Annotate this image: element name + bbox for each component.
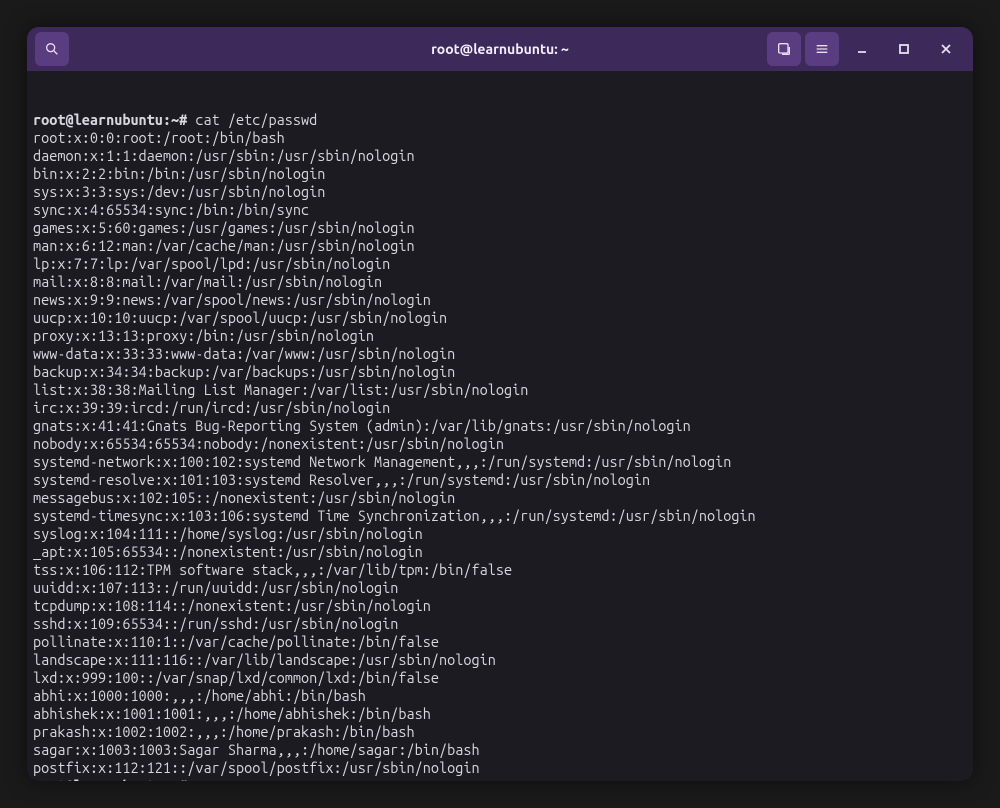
titlebar-right xyxy=(767,32,965,66)
shell-command: cat /etc/passwd xyxy=(195,111,317,128)
titlebar: root@learnubuntu: ~ xyxy=(27,27,973,71)
minimize-icon xyxy=(856,43,868,55)
terminal-output-line: landscape:x:111:116::/var/lib/landscape:… xyxy=(33,651,967,669)
terminal-output-line: sagar:x:1003:1003:Sagar Sharma,,,:/home/… xyxy=(33,741,967,759)
terminal-output-line: irc:x:39:39:ircd:/run/ircd:/usr/sbin/nol… xyxy=(33,399,967,417)
titlebar-left xyxy=(35,32,69,66)
terminal-line: root@learnubuntu:~# cat /etc/passwd xyxy=(33,111,967,129)
terminal-output-line: systemd-timesync:x:103:106:systemd Time … xyxy=(33,507,967,525)
window-title: root@learnubuntu: ~ xyxy=(431,41,569,57)
terminal-output-line: tss:x:106:112:TPM software stack,,,:/var… xyxy=(33,561,967,579)
terminal-output-line: abhi:x:1000:1000:,,,:/home/abhi:/bin/bas… xyxy=(33,687,967,705)
terminal-output-line: list:x:38:38:Mailing List Manager:/var/l… xyxy=(33,381,967,399)
terminal-output-line: sys:x:3:3:sys:/dev:/usr/sbin/nologin xyxy=(33,183,967,201)
terminal-content[interactable]: root@learnubuntu:~# cat /etc/passwdroot:… xyxy=(27,71,973,781)
minimize-button[interactable] xyxy=(843,32,881,66)
terminal-output-line: uucp:x:10:10:uucp:/var/spool/uucp:/usr/s… xyxy=(33,309,967,327)
close-button[interactable] xyxy=(927,32,965,66)
terminal-output-line: lxd:x:999:100::/var/snap/lxd/common/lxd:… xyxy=(33,669,967,687)
maximize-button[interactable] xyxy=(885,32,923,66)
terminal-line: root@learnubuntu:~# xyxy=(33,777,967,781)
terminal-output-line: man:x:6:12:man:/var/cache/man:/usr/sbin/… xyxy=(33,237,967,255)
terminal-output-line: nobody:x:65534:65534:nobody:/nonexistent… xyxy=(33,435,967,453)
terminal-output-line: bin:x:2:2:bin:/bin:/usr/sbin/nologin xyxy=(33,165,967,183)
terminal-output-line: backup:x:34:34:backup:/var/backups:/usr/… xyxy=(33,363,967,381)
search-button[interactable] xyxy=(35,32,69,66)
terminal-output-line: prakash:x:1002:1002:,,,:/home/prakash:/b… xyxy=(33,723,967,741)
terminal-output-line: abhishek:x:1001:1001:,,,:/home/abhishek:… xyxy=(33,705,967,723)
new-tab-icon xyxy=(776,41,792,57)
terminal-output-line: sshd:x:109:65534::/run/sshd:/usr/sbin/no… xyxy=(33,615,967,633)
maximize-icon xyxy=(898,43,910,55)
terminal-output-line: syslog:x:104:111::/home/syslog:/usr/sbin… xyxy=(33,525,967,543)
terminal-output-line: uuidd:x:107:113::/run/uuidd:/usr/sbin/no… xyxy=(33,579,967,597)
terminal-output-line: proxy:x:13:13:proxy:/bin:/usr/sbin/nolog… xyxy=(33,327,967,345)
hamburger-menu-button[interactable] xyxy=(805,32,839,66)
terminal-output-line: systemd-resolve:x:101:103:systemd Resolv… xyxy=(33,471,967,489)
terminal-output-line: daemon:x:1:1:daemon:/usr/sbin:/usr/sbin/… xyxy=(33,147,967,165)
search-icon xyxy=(44,41,60,57)
terminal-output-line: tcpdump:x:108:114::/nonexistent:/usr/sbi… xyxy=(33,597,967,615)
terminal-output-line: gnats:x:41:41:Gnats Bug-Reporting System… xyxy=(33,417,967,435)
terminal-output-line: postfix:x:112:121::/var/spool/postfix:/u… xyxy=(33,759,967,777)
terminal-output-line: _apt:x:105:65534::/nonexistent:/usr/sbin… xyxy=(33,543,967,561)
hamburger-icon xyxy=(814,41,830,57)
shell-prompt: root@learnubuntu:~# xyxy=(33,777,195,781)
terminal-output-line: sync:x:4:65534:sync:/bin:/bin/sync xyxy=(33,201,967,219)
terminal-output-line: www-data:x:33:33:www-data:/var/www:/usr/… xyxy=(33,345,967,363)
terminal-output-line: root:x:0:0:root:/root:/bin/bash xyxy=(33,129,967,147)
shell-prompt: root@learnubuntu:~# xyxy=(33,111,195,128)
new-tab-button[interactable] xyxy=(767,32,801,66)
terminal-output-line: lp:x:7:7:lp:/var/spool/lpd:/usr/sbin/nol… xyxy=(33,255,967,273)
terminal-output-line: pollinate:x:110:1::/var/cache/pollinate:… xyxy=(33,633,967,651)
terminal-output-line: news:x:9:9:news:/var/spool/news:/usr/sbi… xyxy=(33,291,967,309)
terminal-window: root@learnubuntu: ~ root@learnubuntu:~# … xyxy=(27,27,973,781)
close-icon xyxy=(940,43,952,55)
terminal-output-line: games:x:5:60:games:/usr/games:/usr/sbin/… xyxy=(33,219,967,237)
terminal-output-line: mail:x:8:8:mail:/var/mail:/usr/sbin/nolo… xyxy=(33,273,967,291)
terminal-output-line: messagebus:x:102:105::/nonexistent:/usr/… xyxy=(33,489,967,507)
terminal-output-line: systemd-network:x:100:102:systemd Networ… xyxy=(33,453,967,471)
